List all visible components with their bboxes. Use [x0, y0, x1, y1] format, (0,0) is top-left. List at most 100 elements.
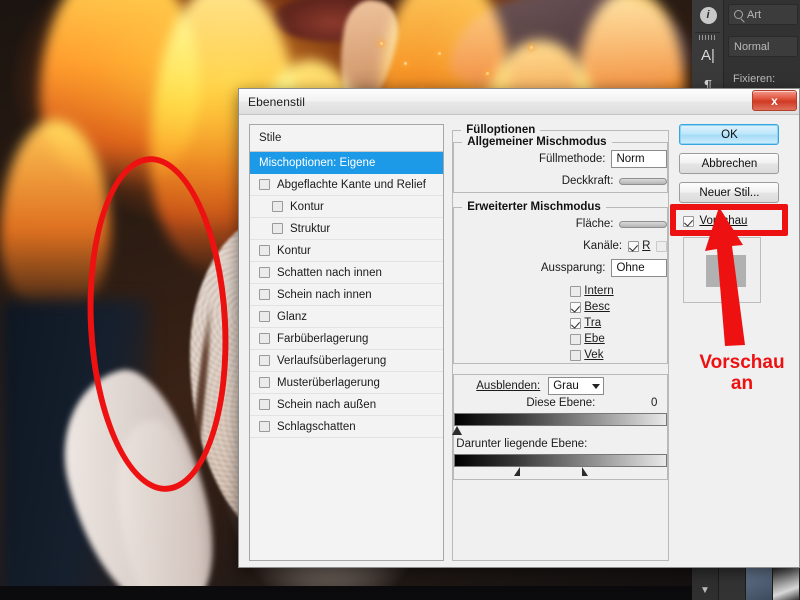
- underlying-layer-knobs: [454, 467, 667, 479]
- style-item-blending-options[interactable]: Mischoptionen: Eigene: [250, 152, 444, 174]
- style-item-pattern-overlay[interactable]: Musterüberlagerung: [250, 372, 444, 394]
- close-icon[interactable]: x: [752, 90, 797, 111]
- chevron-down-icon: ▼: [700, 584, 710, 596]
- blend-if-channel-value: Grau: [553, 380, 579, 392]
- preview-checkbox-row[interactable]: Vorschau: [679, 211, 779, 231]
- opacity-slider[interactable]: [619, 177, 668, 185]
- style-item-drop-shadow[interactable]: Schlagschatten: [250, 416, 444, 438]
- style-item-inner-shadow[interactable]: Schatten nach innen: [250, 262, 444, 284]
- layers-panel-controls: Art Normal Fixieren:: [728, 4, 798, 100]
- checkbox-icon[interactable]: [570, 285, 582, 297]
- blend-if-row: Ausblenden: Grau: [454, 375, 667, 397]
- fill-options-column: Fülloptionen Allgemeiner Mischmodus Füll…: [452, 124, 670, 567]
- callout-line-1: Vorschau: [699, 352, 785, 373]
- checkbox-layer-mask[interactable]: Ebe: [570, 331, 667, 347]
- style-item-label: Schein nach außen: [277, 398, 377, 411]
- style-item-label: Abgeflachte Kante und Relief: [277, 178, 426, 191]
- checkbox-icon[interactable]: [628, 240, 640, 252]
- blend-mode-select[interactable]: Norm: [611, 150, 668, 168]
- info-icon[interactable]: i: [692, 0, 724, 30]
- checkbox-icon[interactable]: [570, 301, 582, 313]
- checkbox-icon[interactable]: [683, 215, 695, 227]
- checkbox-icon[interactable]: [272, 201, 283, 212]
- checkbox-icon[interactable]: [259, 377, 270, 388]
- dialog-titlebar[interactable]: Ebenenstil x: [239, 89, 799, 115]
- cancel-button[interactable]: Abbrechen: [679, 153, 780, 174]
- checkbox-label: Intern: [584, 285, 614, 297]
- general-blending-legend: Allgemeiner Mischmodus: [467, 136, 607, 148]
- checkbox-icon[interactable]: [259, 267, 270, 278]
- blend-mode-label: Füllmethode:: [538, 153, 606, 165]
- style-item-texture[interactable]: Struktur: [250, 218, 444, 240]
- channels-row: Kanäle: R: [454, 235, 668, 257]
- style-item-stroke[interactable]: Kontur: [250, 240, 444, 262]
- channel-r-checkbox[interactable]: R: [628, 240, 650, 252]
- knockout-select[interactable]: Ohne: [611, 259, 668, 277]
- slider-knob[interactable]: [582, 467, 589, 476]
- ok-button[interactable]: OK: [679, 124, 780, 145]
- checkbox-icon[interactable]: [570, 349, 582, 361]
- blend-mode-dropdown[interactable]: Normal: [728, 36, 798, 57]
- advanced-checkbox-list: Intern Besc Tra Ebe Vek: [454, 283, 667, 363]
- dialog-buttons-column: OK Abbrechen Neuer Stil... Vorschau: [670, 124, 799, 567]
- channel-g-checkbox[interactable]: [656, 240, 668, 252]
- layer-thumbnail[interactable]: [773, 562, 800, 600]
- checkbox-icon[interactable]: [259, 179, 270, 190]
- flame-shape: [40, 0, 200, 190]
- style-item-label: Glanz: [277, 310, 308, 323]
- fill-opacity-row: Fläche:: [454, 213, 668, 235]
- lock-label-text: Fixieren:: [733, 72, 776, 85]
- checkbox-icon[interactable]: [570, 333, 582, 345]
- new-style-button[interactable]: Neuer Stil...: [679, 182, 780, 203]
- checkbox-blend-clipped[interactable]: Besc: [570, 299, 667, 315]
- layer-thumbnail[interactable]: [719, 562, 746, 600]
- style-item-label: Musterüberlagerung: [277, 376, 380, 389]
- canvas-bottom-band: [0, 586, 692, 600]
- slider-knob[interactable]: [452, 426, 463, 435]
- checkbox-icon[interactable]: [259, 289, 270, 300]
- layer-thumbnail[interactable]: [746, 562, 773, 600]
- styles-list: Stile Mischoptionen: Eigene Abgeflachte …: [249, 124, 445, 561]
- knockout-label: Aussparung:: [540, 262, 606, 274]
- style-item-label: Schatten nach innen: [277, 266, 382, 279]
- fill-opacity-slider[interactable]: [619, 220, 668, 228]
- checkbox-icon[interactable]: [259, 245, 270, 256]
- checkbox-vector-mask[interactable]: Vek: [570, 347, 667, 363]
- style-item-gradient-overlay[interactable]: Verlaufsüberlagerung: [250, 350, 444, 372]
- slider-knob[interactable]: [514, 467, 521, 476]
- layer-thumbnail[interactable]: ▼: [692, 562, 719, 600]
- ember-spark: [530, 46, 533, 49]
- layer-search-field[interactable]: Art: [728, 4, 798, 25]
- channel-r-label: R: [642, 240, 651, 252]
- hair-region: [450, 0, 690, 100]
- style-item-outer-glow[interactable]: Schein nach außen: [250, 394, 444, 416]
- checkbox-icon[interactable]: [570, 317, 582, 329]
- checkbox-icon[interactable]: [259, 421, 270, 432]
- this-layer-value: 0: [651, 397, 658, 409]
- checkbox-icon[interactable]: [259, 399, 270, 410]
- checkbox-icon[interactable]: [259, 311, 270, 322]
- checkbox-inner-effects[interactable]: Intern: [570, 283, 667, 299]
- style-item-label: Schein nach innen: [277, 288, 372, 301]
- checkbox-label: Ebe: [584, 333, 605, 345]
- opacity-row: Deckkraft:: [454, 170, 668, 192]
- checkbox-icon[interactable]: [259, 333, 270, 344]
- dialog-title: Ebenenstil: [248, 94, 306, 109]
- style-item-label: Kontur: [277, 244, 311, 257]
- style-item-inner-glow[interactable]: Schein nach innen: [250, 284, 444, 306]
- checkbox-label: Vek: [584, 349, 604, 361]
- ember-spark: [486, 72, 489, 75]
- checkbox-transparency-shapes[interactable]: Tra: [570, 315, 667, 331]
- blend-if-channel-select[interactable]: Grau: [548, 377, 605, 395]
- style-item-color-overlay[interactable]: Farbüberlagerung: [250, 328, 444, 350]
- checkbox-icon[interactable]: [259, 355, 270, 366]
- this-layer-label: Diese Ebene:: [526, 397, 596, 409]
- style-item-bevel-emboss[interactable]: Abgeflachte Kante und Relief: [250, 174, 444, 196]
- style-item-satin[interactable]: Glanz: [250, 306, 444, 328]
- blend-if-label: Ausblenden:: [476, 380, 541, 392]
- blend-if-group: Ausblenden: Grau Diese Ebene: 0 Darunter…: [452, 374, 669, 480]
- checkbox-icon[interactable]: [272, 223, 283, 234]
- type-tool-icon[interactable]: A |: [692, 40, 724, 70]
- style-item-label: Kontur: [290, 200, 324, 213]
- style-item-contour-sub[interactable]: Kontur: [250, 196, 444, 218]
